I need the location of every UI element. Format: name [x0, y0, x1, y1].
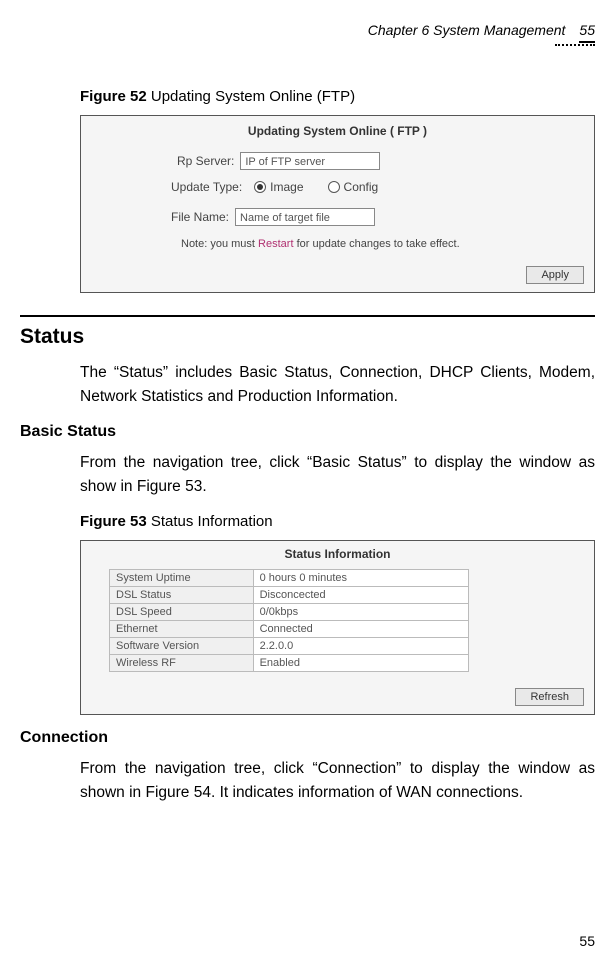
update-type-row: Update Type: Image Config [171, 180, 378, 194]
chapter-label: Chapter 6 System Management [368, 22, 566, 38]
status-intro: The “Status” includes Basic Status, Conn… [80, 361, 595, 409]
figure-52-panel-title: Updating System Online ( FTP ) [81, 124, 594, 138]
table-row: EthernetConnected [110, 621, 469, 638]
table-row: DSL Speed0/0kbps [110, 604, 469, 621]
connection-heading: Connection [20, 729, 595, 747]
refresh-button[interactable]: Refresh [515, 688, 584, 706]
figure-52-note: Note: you must Restart for update change… [181, 238, 460, 250]
figure-53-caption: Figure 53 Status Information [80, 513, 595, 530]
table-value: Enabled [253, 655, 468, 672]
table-label: Ethernet [110, 621, 254, 638]
radio-config-label: Config [344, 180, 379, 194]
table-row: DSL StatusDisconcected [110, 587, 469, 604]
figure-53-panel-title: Status Information [81, 547, 594, 561]
basic-status-text: From the navigation tree, click “Basic S… [80, 451, 595, 499]
file-name-row: File Name: Name of target file [171, 208, 375, 226]
figure-53-panel: Status Information System Uptime0 hours … [80, 540, 595, 715]
apply-button[interactable]: Apply [526, 266, 584, 284]
figure-52-caption-text: Updating System Online (FTP) [151, 88, 355, 105]
table-value: Connected [253, 621, 468, 638]
ftp-server-label: Rp Server: [177, 154, 234, 168]
table-label: Wireless RF [110, 655, 254, 672]
page-header: Chapter 6 System Management 55 [368, 22, 595, 43]
table-row: Wireless RFEnabled [110, 655, 469, 672]
note-keyword: Restart [258, 238, 293, 250]
file-name-input[interactable]: Name of target file [235, 208, 375, 226]
table-label: DSL Speed [110, 604, 254, 621]
ftp-server-input[interactable]: IP of FTP server [240, 152, 380, 170]
connection-text: From the navigation tree, click “Connect… [80, 757, 595, 805]
update-type-label: Update Type: [171, 180, 242, 194]
radio-config[interactable]: Config [328, 180, 379, 194]
table-row: System Uptime0 hours 0 minutes [110, 570, 469, 587]
note-prefix: Note: you must [181, 238, 258, 250]
figure-52-label: Figure 52 [80, 88, 147, 105]
page-number-top: 55 [579, 22, 595, 43]
file-name-label: File Name: [171, 210, 229, 224]
table-row: Software Version2.2.0.0 [110, 638, 469, 655]
figure-53-caption-text: Status Information [151, 513, 273, 530]
table-value: 0/0kbps [253, 604, 468, 621]
header-dotted-rule [555, 44, 595, 46]
table-value: 2.2.0.0 [253, 638, 468, 655]
table-value: 0 hours 0 minutes [253, 570, 468, 587]
section-divider [20, 315, 595, 317]
basic-status-heading: Basic Status [20, 423, 595, 441]
table-value: Disconcected [253, 587, 468, 604]
status-heading: Status [20, 325, 595, 349]
radio-config-dot [328, 181, 340, 193]
figure-52-caption: Figure 52 Updating System Online (FTP) [80, 88, 595, 105]
radio-image-dot [254, 181, 266, 193]
table-label: Software Version [110, 638, 254, 655]
table-label: DSL Status [110, 587, 254, 604]
status-info-table: System Uptime0 hours 0 minutes DSL Statu… [109, 569, 469, 672]
ftp-server-row: Rp Server: IP of FTP server [177, 152, 380, 170]
radio-image-label: Image [270, 180, 303, 194]
page-number-bottom: 55 [579, 933, 595, 949]
figure-53-label: Figure 53 [80, 513, 147, 530]
note-suffix: for update changes to take effect. [294, 238, 460, 250]
figure-52-panel: Updating System Online ( FTP ) Rp Server… [80, 115, 595, 293]
table-label: System Uptime [110, 570, 254, 587]
radio-image[interactable]: Image [254, 180, 303, 194]
